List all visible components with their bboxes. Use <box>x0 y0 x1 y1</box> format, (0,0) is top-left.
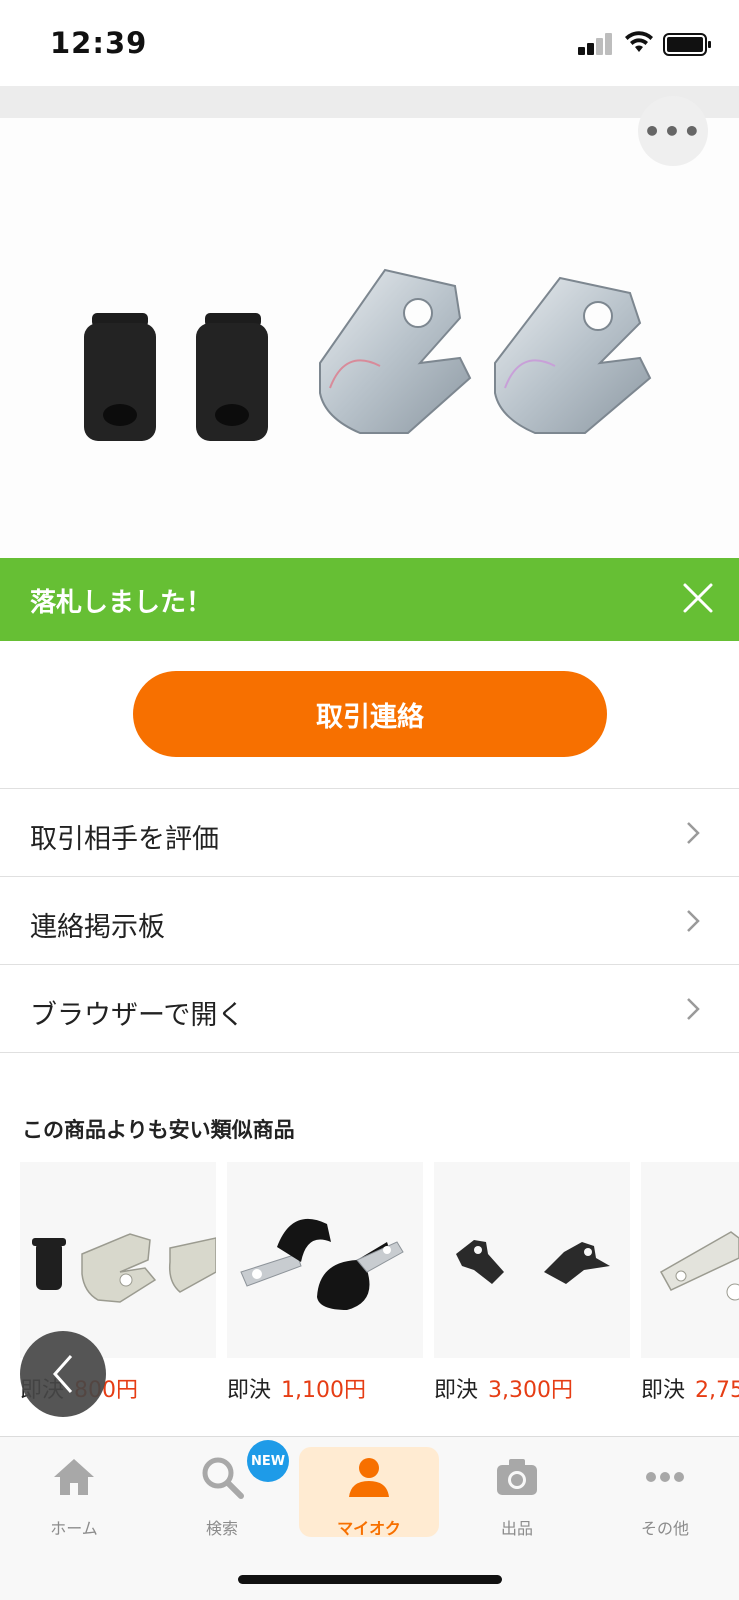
menu-item-open-browser[interactable]: ブラウザーで開く <box>0 964 739 1052</box>
chevron-left-icon <box>52 1355 73 1393</box>
menu-item-label: 取引相手を評価 <box>30 824 219 855</box>
menu-item-message-board[interactable]: 連絡掲示板 <box>0 876 739 964</box>
camera-icon <box>497 1459 537 1495</box>
tab-label: その他 <box>640 1519 689 1538</box>
new-badge: NEW <box>247 1440 289 1482</box>
tab-myauction[interactable]: マイオク <box>299 1447 439 1538</box>
similar-item-price: 即決 3,300円 <box>434 1378 573 1403</box>
chevron-right-icon <box>687 998 700 1020</box>
tab-label: 検索 <box>205 1519 238 1538</box>
more-options-button[interactable]: ••• <box>638 96 708 166</box>
menu-item-label: ブラウザーで開く <box>30 1000 245 1031</box>
more-options-icon: ••• <box>643 114 703 148</box>
back-button[interactable] <box>20 1331 106 1417</box>
more-icon <box>646 1472 684 1482</box>
similar-items-title: この商品よりも安い類似商品 <box>22 1118 295 1142</box>
similar-item-image[interactable] <box>20 1162 216 1358</box>
product-image[interactable] <box>0 118 739 558</box>
close-icon[interactable] <box>682 582 714 614</box>
tab-sell[interactable]: 出品 <box>447 1447 587 1538</box>
transaction-contact-button[interactable]: 取引連絡 <box>133 671 607 757</box>
home-icon <box>54 1459 94 1495</box>
chevron-right-icon <box>687 822 700 844</box>
battery-icon <box>663 33 711 56</box>
menu-item-rate-partner[interactable]: 取引相手を評価 <box>0 788 739 876</box>
tab-label: ホーム <box>50 1519 98 1538</box>
tab-label: マイオク <box>337 1519 401 1538</box>
product-photo <box>84 268 652 441</box>
similar-item-image[interactable] <box>227 1162 423 1358</box>
menu-item-label: 連絡掲示板 <box>30 912 165 943</box>
header-strip <box>0 86 739 118</box>
search-icon <box>202 1457 244 1499</box>
status-time: 12:39 <box>50 26 148 60</box>
tab-label: 出品 <box>500 1519 533 1538</box>
similar-item-image[interactable] <box>641 1162 739 1358</box>
similar-item-price: 即決 2,75 <box>641 1378 739 1403</box>
won-banner: 落札しました！ <box>0 558 739 641</box>
home-indicator <box>238 1575 502 1584</box>
tab-home[interactable]: ホーム <box>4 1447 144 1538</box>
wifi-icon <box>625 31 653 52</box>
tab-other[interactable]: その他 <box>595 1447 735 1538</box>
chevron-right-icon <box>687 910 700 932</box>
similar-item-price: 即決 1,100円 <box>227 1378 366 1403</box>
status-bar: 12:39 <box>0 0 739 86</box>
signal-icon <box>578 33 614 55</box>
won-banner-text: 落札しました！ <box>30 588 213 618</box>
divider <box>0 1052 739 1053</box>
similar-item-image[interactable] <box>434 1162 630 1358</box>
person-icon <box>349 1458 389 1497</box>
